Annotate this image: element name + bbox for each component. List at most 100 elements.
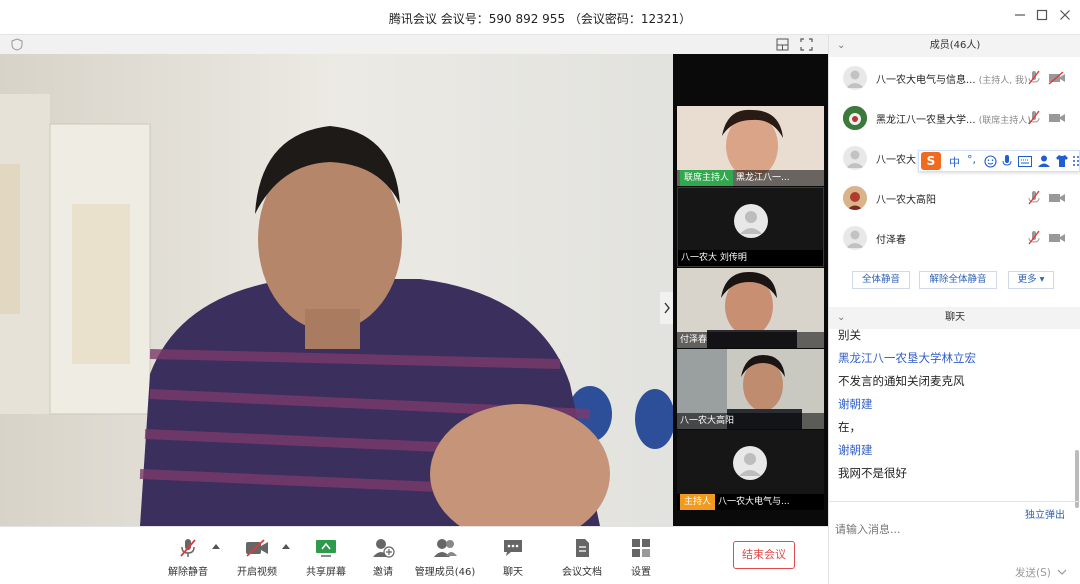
meeting-docs-button[interactable]: 会议文档 bbox=[552, 537, 612, 578]
chat-label: 聊天 bbox=[503, 567, 523, 578]
member-row[interactable]: 八一农大高阳 bbox=[829, 178, 1080, 218]
members-title: 成员(46人) bbox=[929, 40, 981, 51]
participant-thumbnails: 联席主持人 黑龙江八一... 八一农大 刘传明 付泽春 八一农大高阳 主持人 八一农… bbox=[673, 54, 828, 526]
chat-sender: 谢朝建 bbox=[838, 397, 873, 411]
thumbnail-label: 八一农大高阳 bbox=[677, 413, 824, 429]
chat-message: 我网不是很好 bbox=[838, 466, 907, 480]
mute-all-button[interactable]: 全体静音 bbox=[852, 271, 910, 289]
invite-label: 邀请 bbox=[373, 567, 393, 578]
avatar bbox=[843, 186, 867, 210]
camera-icon bbox=[1049, 234, 1065, 242]
start-video-label: 开启视频 bbox=[237, 567, 277, 578]
video-options-icon[interactable] bbox=[282, 544, 290, 549]
mic-off-icon bbox=[1028, 230, 1040, 245]
member-name: 八一农大 bbox=[876, 155, 916, 166]
manage-members-label: 管理成员(46) bbox=[414, 567, 476, 578]
member-role: (联席主持人) bbox=[978, 116, 1031, 126]
avatar bbox=[843, 146, 867, 170]
voice-input-icon[interactable] bbox=[1002, 154, 1012, 168]
send-options-icon[interactable] bbox=[1057, 566, 1067, 579]
mic-off-icon bbox=[1028, 70, 1040, 85]
ime-toolbar: S 中 °, bbox=[918, 150, 1080, 172]
unmute-button[interactable]: 解除静音 bbox=[158, 537, 218, 578]
members-header[interactable]: ⌄ 成员(46人) bbox=[829, 35, 1080, 57]
chat-sender: 黑龙江八一农垦大学林立宏 bbox=[838, 351, 976, 365]
settings-grid-icon bbox=[632, 539, 650, 557]
side-panel: ⌄ 成员(46人) 八一农大电气与信息... (主持人, 我) 黑龙江八一农垦大… bbox=[828, 35, 1080, 584]
invite-button[interactable]: 邀请 bbox=[353, 537, 413, 578]
user-icon[interactable] bbox=[1037, 154, 1051, 168]
thumbnail-participant[interactable]: 联席主持人 黑龙江八一... bbox=[677, 106, 824, 186]
video-stage: 联席主持人 黑龙江八一... 八一农大 刘传明 付泽春 八一农大高阳 主持人 八一农… bbox=[0, 54, 828, 526]
avatar bbox=[843, 66, 867, 90]
thumbnail-participant[interactable]: 付泽春 bbox=[677, 268, 824, 348]
member-row[interactable]: 八一农大电气与信息... (主持人, 我) bbox=[829, 58, 1080, 98]
chevron-down-icon[interactable]: ⌄ bbox=[837, 35, 845, 57]
main-video[interactable] bbox=[0, 54, 673, 526]
minimize-icon[interactable] bbox=[1010, 7, 1030, 27]
avatar bbox=[734, 204, 768, 238]
settings-button[interactable]: 设置 bbox=[611, 537, 671, 578]
layout-icon[interactable] bbox=[776, 38, 789, 54]
chat-sender: 谢朝建 bbox=[838, 443, 873, 457]
mic-off-icon bbox=[1028, 190, 1040, 205]
participant-name: 付泽春 bbox=[680, 335, 708, 345]
chat-message: 别关 bbox=[838, 328, 861, 342]
thumbnail-label: 主持人 八一农大电气与... bbox=[677, 494, 824, 510]
chevron-down-icon[interactable]: ⌄ bbox=[837, 307, 845, 329]
members-icon bbox=[434, 539, 457, 557]
chat-header[interactable]: ⌄ 聊天 bbox=[829, 307, 1080, 329]
end-meeting-button[interactable]: 结束会议 bbox=[733, 541, 795, 569]
emoji-icon[interactable] bbox=[984, 155, 997, 168]
more-button[interactable]: 更多 ▾ bbox=[1008, 271, 1054, 289]
chat-message: 在， bbox=[838, 420, 861, 434]
chat-button[interactable]: 聊天 bbox=[483, 537, 543, 578]
ime-logo-icon[interactable]: S bbox=[921, 152, 941, 170]
close-icon[interactable] bbox=[1055, 7, 1075, 27]
ime-punct-toggle[interactable]: °, bbox=[967, 153, 976, 166]
member-name: 八一农大高阳 bbox=[876, 195, 936, 206]
thumbnail-participant[interactable]: 八一农大高阳 bbox=[677, 349, 824, 429]
maximize-icon[interactable] bbox=[1032, 7, 1052, 27]
mic-off-icon bbox=[180, 539, 196, 557]
participant-name: 八一农大电气与... bbox=[718, 497, 790, 507]
chat-title: 聊天 bbox=[945, 312, 965, 323]
chat-icon bbox=[504, 540, 522, 556]
camera-icon bbox=[1049, 194, 1065, 202]
send-button[interactable]: 发送(S) bbox=[1015, 565, 1051, 580]
member-name: 黑龙江八一农垦大学... bbox=[876, 115, 976, 126]
shield-icon[interactable] bbox=[11, 38, 23, 54]
camera-icon bbox=[1049, 114, 1065, 122]
fullscreen-icon[interactable] bbox=[800, 38, 813, 54]
start-video-button[interactable]: 开启视频 bbox=[227, 537, 287, 578]
chat-message: 不发言的通知关闭麦克风 bbox=[838, 374, 965, 388]
share-screen-icon bbox=[316, 540, 336, 557]
camera-off-icon bbox=[1048, 71, 1065, 85]
avatar bbox=[843, 226, 867, 250]
ime-grid-icon[interactable] bbox=[1072, 154, 1080, 168]
manage-members-button[interactable]: 管理成员(46) bbox=[412, 537, 478, 578]
thumbnail-participant[interactable]: 主持人 八一农大电气与... bbox=[677, 430, 824, 510]
host-tag: 联席主持人 bbox=[680, 170, 734, 186]
thumbnail-participant[interactable]: 八一农大 刘传明 bbox=[677, 187, 824, 267]
ime-mode-toggle[interactable]: 中 bbox=[949, 154, 960, 170]
mic-options-icon[interactable] bbox=[212, 544, 220, 549]
collapse-thumbs-icon[interactable] bbox=[660, 292, 674, 324]
divider bbox=[829, 501, 1080, 502]
chat-input[interactable] bbox=[835, 519, 1073, 539]
mic-off-icon bbox=[1028, 110, 1040, 125]
keyboard-icon[interactable] bbox=[1018, 156, 1032, 167]
title-bar: 腾讯会议 会议号：590 892 955 （会议密码：12321） bbox=[0, 0, 1080, 35]
unmute-all-button[interactable]: 解除全体静音 bbox=[919, 271, 997, 289]
member-row[interactable]: 黑龙江八一农垦大学... (联席主持人) bbox=[829, 98, 1080, 138]
participant-name: 八一农大高阳 bbox=[680, 416, 735, 426]
avatar bbox=[733, 446, 767, 480]
member-row[interactable]: 付泽春 bbox=[829, 218, 1080, 258]
share-screen-button[interactable]: 共享屏幕 bbox=[296, 537, 356, 578]
member-name: 付泽春 bbox=[876, 235, 906, 246]
skin-shirt-icon[interactable] bbox=[1055, 154, 1069, 168]
add-person-icon bbox=[373, 539, 395, 558]
chat-scrollbar[interactable] bbox=[1075, 450, 1079, 508]
member-role: (主持人, 我) bbox=[978, 76, 1028, 86]
meeting-toolbar: 解除静音 开启视频 共享屏幕 邀请 管理成员(46) 聊天 会议文档 设置 结束… bbox=[0, 526, 828, 584]
